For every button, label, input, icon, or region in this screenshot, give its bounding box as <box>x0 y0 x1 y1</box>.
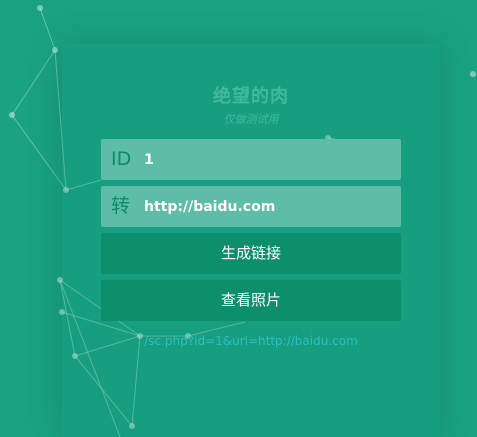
page: 绝望的肉 仅做测试用 ID 转 生成链接 查看照片 /sc.php?id=1&u… <box>0 0 477 437</box>
id-input[interactable] <box>144 139 394 180</box>
generate-link-button[interactable]: 生成链接 <box>101 233 401 274</box>
url-field: 转 <box>101 186 401 227</box>
url-input[interactable] <box>144 186 394 227</box>
url-field-prefix: 转 <box>111 195 131 217</box>
id-field-prefix: ID <box>111 148 132 170</box>
page-title: 绝望的肉 <box>213 86 289 107</box>
view-photos-button[interactable]: 查看照片 <box>101 280 401 321</box>
generated-link[interactable]: /sc.php?id=1&url=http://baidu.com <box>62 334 440 348</box>
id-field: ID <box>101 139 401 180</box>
page-subtitle: 仅做测试用 <box>223 113 279 126</box>
